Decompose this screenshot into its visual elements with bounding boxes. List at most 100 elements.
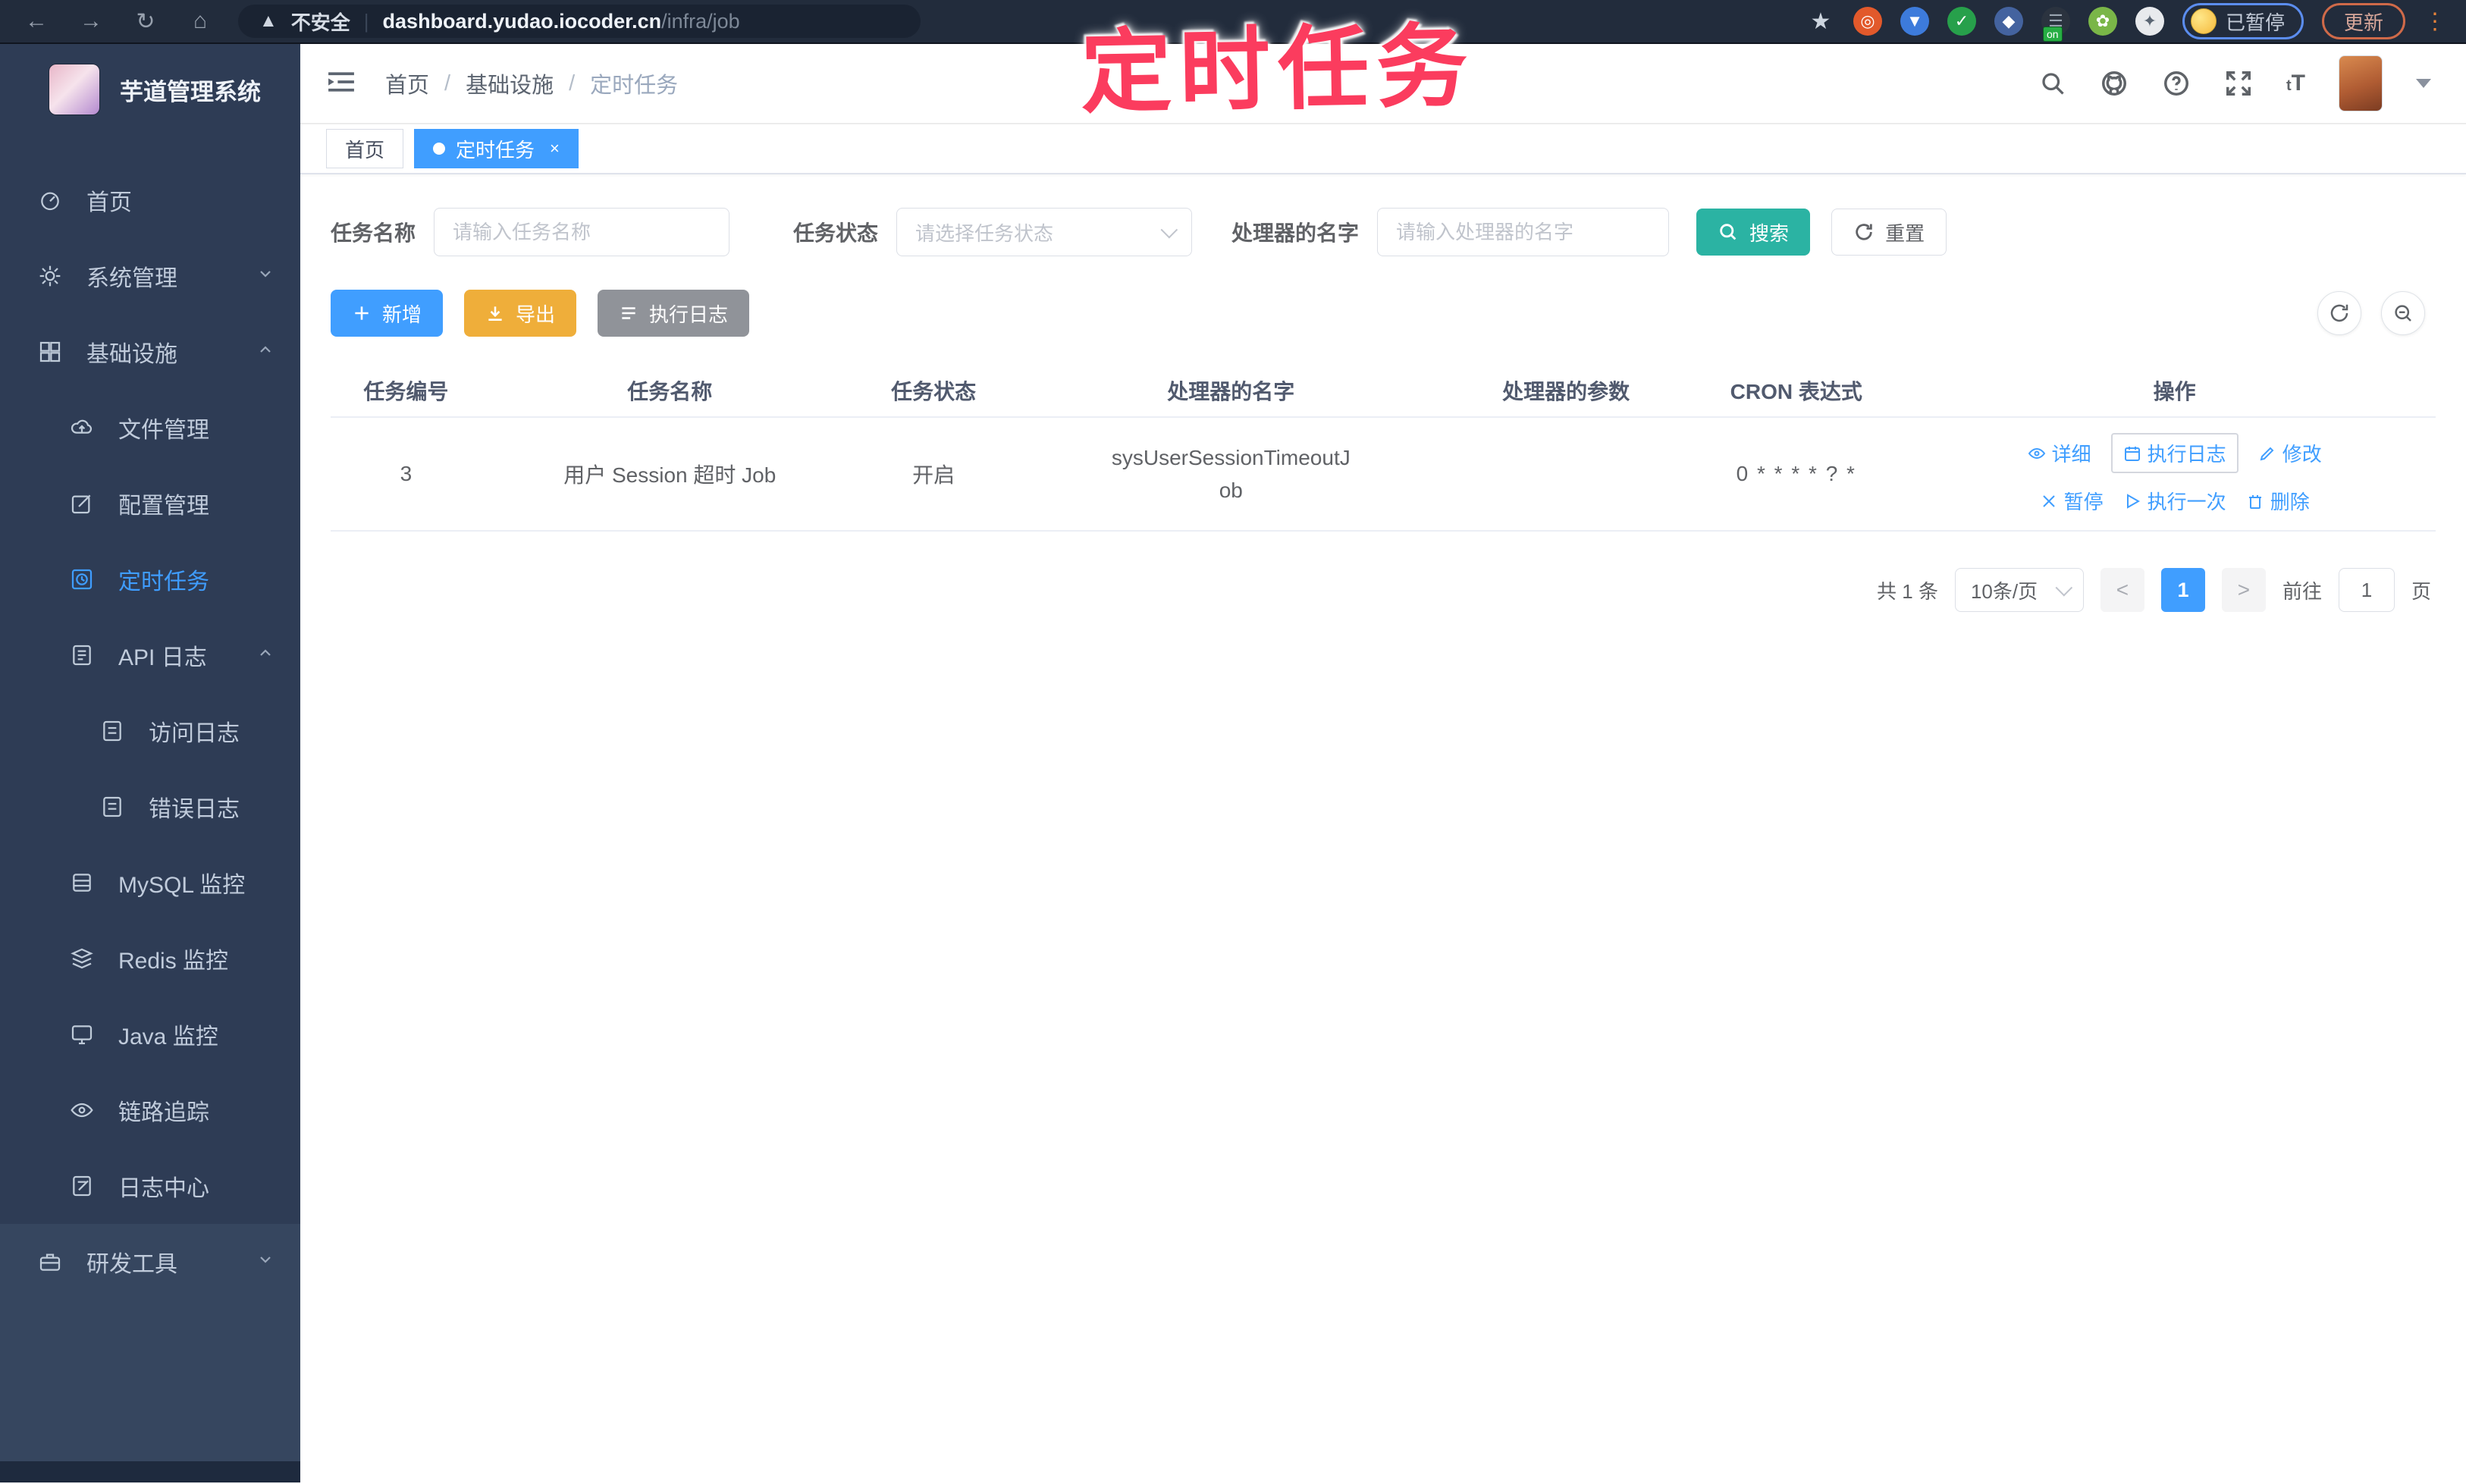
columns-icon xyxy=(2395,305,2411,322)
sidebar-item-redis[interactable]: Redis 监控 xyxy=(0,921,300,996)
bookmark-star-icon[interactable]: ★ xyxy=(1806,7,1835,36)
sidebar-item-home[interactable]: 首页 xyxy=(0,162,300,238)
browser-menu-icon[interactable]: ⋮ xyxy=(2424,8,2446,35)
search-icon xyxy=(1720,224,1737,240)
sidebar-item-tracing[interactable]: 链路追踪 xyxy=(0,1072,300,1148)
sidebar-item-label: 链路追踪 xyxy=(118,1100,209,1125)
run-once-link[interactable]: 执行一次 xyxy=(2123,487,2226,515)
paused-extension-pill[interactable]: 已暂停 xyxy=(2182,3,2304,39)
export-button[interactable]: 导出 xyxy=(464,290,577,337)
sidebar-item-label: 首页 xyxy=(86,190,132,215)
font-size-icon[interactable]: tT xyxy=(2286,71,2305,96)
extension-icon-orange[interactable]: ◎ xyxy=(1853,7,1882,36)
user-menu-caret-icon[interactable] xyxy=(2416,79,2431,88)
chevron-down-icon xyxy=(256,263,275,289)
sidebar-item-access-log[interactable]: 访问日志 xyxy=(0,693,300,769)
sidebar-item-log-center[interactable]: 日志中心 xyxy=(0,1148,300,1224)
monitor-icon xyxy=(71,1025,93,1045)
pause-link[interactable]: 暂停 xyxy=(2040,487,2104,515)
sidebar: 芋道管理系统 首页 系统管理 基础设施 文件管理 配置管理 定时任务 API 日… xyxy=(0,44,300,1482)
sidebar-item-scheduled-jobs[interactable]: 定时任务 xyxy=(0,541,300,617)
screen: ← → ↻ ⌂ ▲ 不安全 | dashboard.yudao.iocoder.… xyxy=(0,0,2466,1484)
browser-update-button[interactable]: 更新 xyxy=(2321,3,2405,39)
delete-link[interactable]: 删除 xyxy=(2246,487,2310,515)
forward-icon[interactable]: → xyxy=(74,8,108,34)
sidebar-item-error-log[interactable]: 错误日志 xyxy=(0,769,300,845)
sidebar-toggle-icon[interactable] xyxy=(326,69,356,99)
job-log-link[interactable]: 执行日志 xyxy=(2110,433,2239,473)
sidebar-item-mysql[interactable]: MySQL 监控 xyxy=(0,845,300,921)
next-page-button[interactable]: > xyxy=(2221,568,2266,612)
database-icon xyxy=(73,874,91,892)
search-icon[interactable] xyxy=(2039,70,2066,97)
breadcrumb-separator: / xyxy=(569,71,576,96)
extension-icon-puzzle[interactable]: ◆ xyxy=(1994,7,2023,36)
play-icon xyxy=(2126,493,2140,509)
tab-close-icon[interactable]: × xyxy=(550,139,560,158)
col-job-id: 任务编号 xyxy=(331,364,482,418)
doc-icon xyxy=(103,796,121,817)
sidebar-item-label: API 日志 xyxy=(118,645,207,670)
tab-scheduled-jobs[interactable]: 定时任务 × xyxy=(414,129,579,168)
extension-icon-star[interactable]: ✦ xyxy=(2135,7,2164,36)
edit-icon xyxy=(71,494,91,514)
sidebar-item-system[interactable]: 系统管理 xyxy=(0,238,300,314)
page-size-select[interactable]: 10条/页 xyxy=(1954,568,2084,612)
edit-link[interactable]: 修改 xyxy=(2258,439,2322,467)
breadcrumb-current: 定时任务 xyxy=(590,74,679,98)
stack-icon xyxy=(71,948,93,969)
job-status-select[interactable]: 请选择任务状态 xyxy=(896,208,1193,256)
column-settings-button[interactable] xyxy=(2381,291,2425,335)
sidebar-item-label: 错误日志 xyxy=(149,797,240,822)
sidebar-item-files[interactable]: 文件管理 xyxy=(0,390,300,466)
emoji-face-icon xyxy=(2190,8,2217,34)
sidebar-item-api-log[interactable]: API 日志 xyxy=(0,617,300,693)
gear-icon xyxy=(39,265,61,287)
reset-button[interactable]: 重置 xyxy=(1831,209,1947,256)
sidebar-item-devtools[interactable]: 研发工具 xyxy=(0,1224,300,1300)
sidebar-item-infra[interactable]: 基础设施 xyxy=(0,314,300,390)
app-logo xyxy=(49,64,100,115)
search-button[interactable]: 搜索 xyxy=(1696,209,1811,256)
handler-name-input[interactable] xyxy=(1377,208,1670,256)
extension-icon-green-check[interactable]: ✓ xyxy=(1947,7,1976,36)
home-icon[interactable]: ⌂ xyxy=(184,8,217,34)
job-name-label: 任务名称 xyxy=(331,221,416,245)
reload-icon[interactable]: ↻ xyxy=(129,8,162,35)
breadcrumb-infra[interactable]: 基础设施 xyxy=(466,67,554,99)
extensions-zone: ★ ◎ ▼ ✓ ◆ ☰ on ✿ ✦ 已暂停 更新 ⋮ xyxy=(1806,3,2446,42)
sidebar-item-label: 日志中心 xyxy=(118,1176,209,1201)
address-bar[interactable]: ▲ 不安全 | dashboard.yudao.iocoder.cn/infra… xyxy=(238,5,921,38)
sidebar-item-java[interactable]: Java 监控 xyxy=(0,996,300,1072)
col-handler-name: 处理器的名字 xyxy=(1009,364,1454,418)
sidebar-item-config[interactable]: 配置管理 xyxy=(0,466,300,541)
extension-icon-switch[interactable]: ☰ on xyxy=(2041,7,2070,42)
detail-link[interactable]: 详细 xyxy=(2028,439,2091,467)
eye-icon xyxy=(2028,447,2045,459)
github-icon[interactable] xyxy=(2100,69,2129,98)
user-avatar[interactable] xyxy=(2339,55,2383,111)
fullscreen-icon[interactable] xyxy=(2224,69,2253,98)
goto-page-input[interactable] xyxy=(2338,568,2395,612)
log-icon xyxy=(73,645,91,666)
prev-page-button[interactable]: < xyxy=(2100,568,2144,612)
extension-icon-blue[interactable]: ▼ xyxy=(1900,7,1929,36)
add-button[interactable]: 新增 xyxy=(331,290,444,337)
active-tab-dot xyxy=(433,143,446,155)
execution-log-button[interactable]: 执行日志 xyxy=(598,290,750,337)
table-row: 3 用户 Session 超时 Job 开启 sysUserSessionTim… xyxy=(331,417,2436,532)
job-name-input[interactable] xyxy=(434,208,730,256)
page-1-button[interactable]: 1 xyxy=(2160,568,2205,612)
help-icon[interactable] xyxy=(2162,69,2191,98)
tab-label: 定时任务 xyxy=(456,138,535,162)
plus-icon xyxy=(355,306,369,320)
security-warning-icon: ▲ xyxy=(259,11,278,31)
back-icon[interactable]: ← xyxy=(20,8,53,34)
extension-icon-leaf[interactable]: ✿ xyxy=(2088,7,2117,36)
breadcrumb-home[interactable]: 首页 xyxy=(385,67,429,99)
briefcase-icon xyxy=(39,1253,61,1271)
goto-label: 前往 xyxy=(2282,579,2322,603)
handler-name-label: 处理器的名字 xyxy=(1231,221,1360,245)
refresh-table-button[interactable] xyxy=(2317,291,2361,335)
tab-home[interactable]: 首页 xyxy=(326,129,404,168)
